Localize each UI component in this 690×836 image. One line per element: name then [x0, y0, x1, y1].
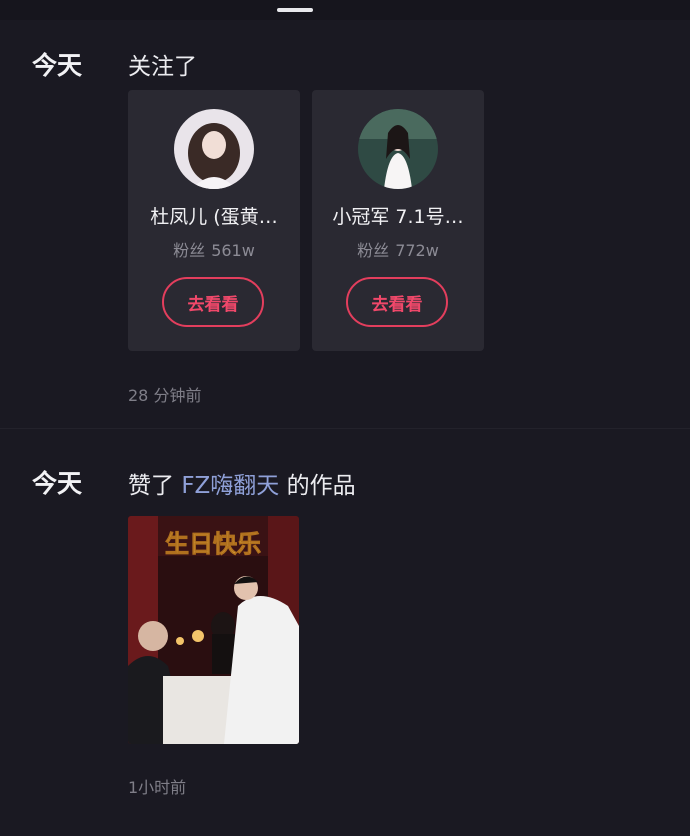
fans-value: 772w	[395, 241, 439, 260]
avatar-image	[358, 109, 438, 189]
fans-label: 粉丝	[173, 241, 206, 260]
card-username[interactable]: 杜凤儿 (蛋黄…	[128, 202, 300, 229]
fans-value: 561w	[211, 241, 255, 260]
visit-button[interactable]: 去看看	[346, 277, 448, 327]
top-bar	[0, 0, 690, 20]
fans-label: 粉丝	[357, 241, 390, 260]
thumbnail-image: 生日快乐	[128, 516, 299, 744]
fans-count: 粉丝 561w	[128, 237, 300, 261]
action-suffix: 的作品	[286, 473, 356, 499]
avatar[interactable]	[358, 109, 438, 189]
thumbnail-caption: 生日快乐	[165, 530, 261, 558]
followed-user-card[interactable]: 杜凤儿 (蛋黄… 粉丝 561w 去看看	[128, 90, 300, 351]
followed-user-card[interactable]: 小冠军 7.1号… 粉丝 772w 去看看	[312, 90, 484, 351]
video-thumbnail[interactable]: 生日快乐	[128, 516, 299, 744]
entry-timestamp: 1小时前	[128, 778, 187, 797]
divider	[0, 428, 690, 429]
entry-timestamp: 28 分钟前	[128, 386, 202, 405]
card-username[interactable]: 小冠军 7.1号…	[312, 202, 484, 229]
entry-action-text: 赞了 FZ嗨翻天 的作品	[128, 466, 356, 500]
action-prefix: 关注了	[128, 54, 197, 80]
drag-handle[interactable]	[277, 8, 313, 12]
visit-button[interactable]: 去看看	[162, 277, 264, 327]
fans-count: 粉丝 772w	[312, 237, 484, 261]
action-prefix: 赞了	[128, 473, 174, 499]
avatar[interactable]	[174, 109, 254, 189]
entry-day-label: 今天	[32, 51, 83, 80]
liked-user-link[interactable]: FZ嗨翻天	[181, 473, 279, 499]
entry-action-text: 关注了	[128, 47, 197, 81]
avatar-image	[174, 109, 254, 189]
entry-day-label: 今天	[32, 469, 83, 498]
